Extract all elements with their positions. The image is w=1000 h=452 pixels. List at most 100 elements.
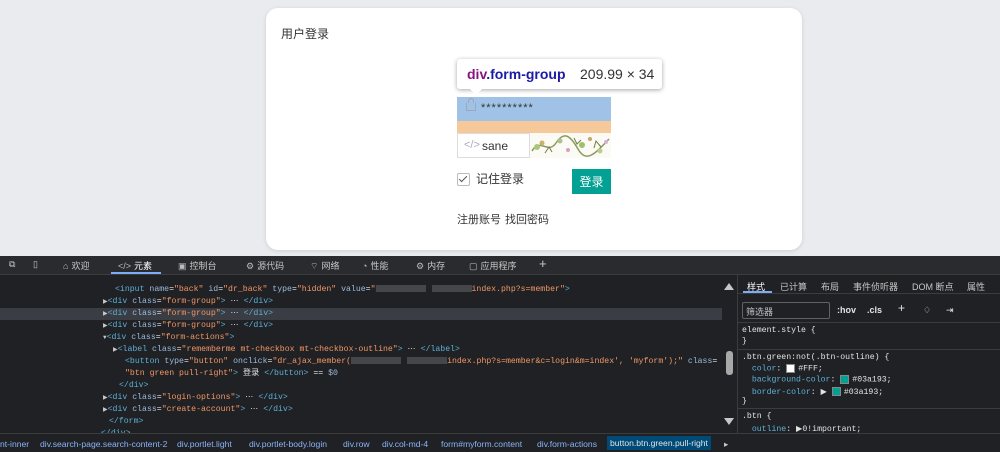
tooltip-element: div.form-group: [467, 66, 566, 82]
breadcrumb-item[interactable]: div.form-actions: [537, 439, 597, 449]
inspect-tooltip: div.form-group 209.99 × 34: [457, 59, 662, 95]
styles-pane: 样式 已计算 布局 事件侦听器 DOM 断点 属性 筛选器 :hov .cls …: [737, 275, 1000, 434]
dom-node-line[interactable]: "btn green pull-right"> 登录 </button> == …: [0, 368, 722, 380]
breadcrumb: nt-inner div.search-page.search-content-2…: [0, 433, 1000, 452]
performance-icon: ◔: [362, 261, 368, 271]
dom-node-line[interactable]: ▶<div class="form-group"> ⋯ </div>: [0, 320, 722, 332]
css-divider: [738, 408, 1000, 409]
remember-label: 记住登录: [476, 172, 525, 186]
dom-tree[interactable]: <input name="back" id="dr_back" type="hi…: [0, 275, 722, 433]
tab-application[interactable]: ▢ 应用程序: [469, 259, 517, 272]
dom-node-line[interactable]: ▶<label class="rememberme mt-checkbox mt…: [0, 344, 722, 356]
css-border-line[interactable]: border-color: ▶ #03a193;: [742, 386, 883, 397]
paint-icon[interactable]: ♢: [923, 305, 931, 316]
dom-node-line[interactable]: ▶<div class="form-group"> ⋯ </div>: [0, 308, 722, 320]
recover-password-link[interactable]: 找回密码: [505, 214, 549, 226]
inspect-highlight-margin: [457, 121, 611, 133]
color-swatch[interactable]: [831, 387, 841, 397]
css-bg-line[interactable]: background-color: #03a193;: [742, 375, 892, 385]
register-link[interactable]: 注册账号: [457, 214, 501, 226]
color-swatch[interactable]: [840, 375, 850, 384]
redacted-text: [351, 357, 402, 365]
plus-icon[interactable]: +: [539, 256, 547, 271]
breadcrumb-item[interactable]: nt-inner: [0, 439, 29, 449]
redacted-text: [375, 285, 426, 293]
dom-node-line[interactable]: </form>: [0, 416, 722, 428]
checkbox-icon[interactable]: [457, 173, 470, 187]
remember-checkbox[interactable]: 记住登录: [457, 170, 524, 187]
dom-node-line[interactable]: <button type="button" onclick="dr_ajax_m…: [0, 356, 722, 368]
tooltip-arrow: [469, 88, 483, 95]
rule-close: }: [742, 397, 747, 406]
btn-selector[interactable]: .btn {: [742, 412, 771, 421]
breadcrumb-item[interactable]: div.col-md-4: [382, 439, 428, 449]
css-color-line[interactable]: color: #FFF;: [742, 364, 823, 374]
tooltip-dimensions: 209.99 × 34: [580, 66, 655, 82]
tab-properties[interactable]: 属性: [967, 280, 985, 293]
dom-node-line[interactable]: </div>: [0, 380, 722, 392]
breadcrumb-item[interactable]: form#myform.content: [441, 439, 522, 449]
password-value: **********: [481, 102, 534, 114]
redacted-text: [431, 285, 472, 293]
dom-node-line[interactable]: ▶<div class="create-account"> ⋯ </div>: [0, 404, 722, 416]
tab-event-listeners[interactable]: 事件侦听器: [853, 280, 898, 293]
devtools-panel: ⧉ ▯ ⌂ 欢迎 </> 元素 ▣ 控制台 ⚙ 源代码 ⌔ 网络 ◔ 性能 ⚙ 内存 ▢ 应用程…: [0, 256, 1000, 452]
tab-elements[interactable]: </> 元素: [118, 259, 152, 272]
code-icon: </>: [118, 261, 132, 271]
tab-sources[interactable]: ⚙ 源代码: [246, 259, 284, 272]
css-divider: [738, 322, 1000, 323]
captcha-image[interactable]: [530, 133, 611, 158]
dom-node-line[interactable]: ▶<div class="form-group"> ⋯ </div>: [0, 296, 722, 308]
app-icon: ▢: [469, 261, 478, 271]
breadcrumb-item[interactable]: div.portlet.light: [177, 439, 232, 449]
account-links: 注册账号 找回密码: [457, 211, 553, 227]
breadcrumb-item[interactable]: div.search-page.search-content-2: [40, 439, 167, 449]
scroll-up-icon[interactable]: [724, 283, 734, 290]
tab-network[interactable]: ⌔ 网络: [310, 259, 339, 272]
console-icon: ▣: [178, 261, 187, 271]
lock-icon: [466, 98, 476, 111]
styles-filter-input[interactable]: 筛选器: [742, 302, 830, 319]
element-style-rule[interactable]: element.style {: [742, 326, 816, 335]
password-field[interactable]: **********: [457, 97, 611, 121]
dom-node-line[interactable]: ▼<div class="form-actions">: [0, 332, 722, 344]
breadcrumb-item[interactable]: div.portlet-body.login: [249, 439, 327, 449]
hov-toggle[interactable]: :hov: [837, 305, 856, 315]
breadcrumb-scroll-icon[interactable]: ▸: [724, 439, 728, 450]
tab-welcome[interactable]: ⌂ 欢迎: [63, 259, 89, 272]
captcha-input[interactable]: </> sane: [457, 133, 530, 158]
btn-green-selector[interactable]: .btn.green:not(.btn-outline) {: [742, 353, 889, 362]
home-icon: ⌂: [63, 261, 69, 271]
tab-dom-breakpoints[interactable]: DOM 断点: [912, 280, 954, 293]
device-icon[interactable]: ▯: [33, 259, 38, 270]
tab-memory[interactable]: ⚙ 内存: [416, 259, 445, 272]
login-button[interactable]: 登录: [572, 169, 611, 194]
dom-node-line[interactable]: ▶<div class="login-options"> ⋯ </div>: [0, 392, 722, 404]
tab-layout[interactable]: 布局: [821, 280, 839, 293]
cls-toggle[interactable]: .cls: [867, 305, 882, 315]
breadcrumb-item[interactable]: div.row: [343, 439, 370, 449]
color-swatch[interactable]: [786, 364, 796, 373]
code-icon: </>: [464, 139, 480, 151]
dom-node-line[interactable]: <input name="back" id="dr_back" type="hi…: [0, 284, 722, 296]
tab-performance[interactable]: ◔ 性能: [362, 259, 388, 272]
memory-icon: ⚙: [416, 261, 425, 271]
captcha-value: sane: [482, 139, 509, 153]
tab-computed[interactable]: 已计算: [780, 280, 807, 293]
devtools-toolbar: ⧉ ▯ ⌂ 欢迎 </> 元素 ▣ 控制台 ⚙ 源代码 ⌔ 网络 ◔ 性能 ⚙ 内存 ▢ 应用程…: [0, 256, 1000, 275]
breadcrumb-item[interactable]: button.btn.green.pull-right: [607, 436, 711, 450]
dom-node-line[interactable]: [0, 275, 722, 284]
scroll-thumb[interactable]: [726, 351, 733, 375]
card-title: 用户登录: [281, 27, 330, 41]
css-divider: [738, 349, 1000, 350]
redacted-text: [407, 357, 448, 365]
rule-close: }: [742, 337, 747, 346]
sources-icon: ⚙: [246, 261, 255, 271]
styles-active-indicator: [743, 291, 772, 293]
scroll-down-icon[interactable]: [724, 418, 734, 425]
tab-console[interactable]: ▣ 控制台: [178, 259, 217, 272]
dock-icon[interactable]: ⧉: [9, 259, 15, 270]
new-rule-icon[interactable]: +: [898, 301, 905, 315]
wifi-icon: ⌔: [310, 261, 319, 271]
toggle-sidebar-icon[interactable]: ⇥: [946, 305, 954, 316]
